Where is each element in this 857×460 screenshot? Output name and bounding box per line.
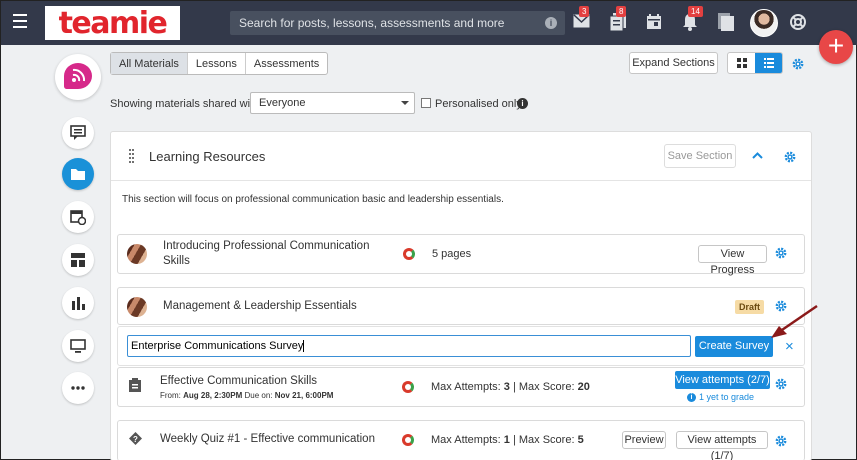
- lesson-thumbnail: [127, 297, 147, 317]
- drag-handle-icon[interactable]: [129, 149, 134, 163]
- library-icon[interactable]: [718, 13, 736, 31]
- assessment-settings-gear-icon[interactable]: [775, 378, 787, 390]
- grade-info-icon: i: [687, 393, 696, 402]
- top-bar: teamie Search for posts, lessons, assess…: [1, 1, 857, 45]
- sidebar-presentation-button[interactable]: [62, 330, 94, 362]
- posts-badge: 8: [616, 6, 627, 17]
- help-lifebuoy-icon[interactable]: [790, 14, 808, 32]
- yet-to-grade-link[interactable]: 1 yet to grade: [699, 392, 754, 402]
- sharing-filter-label: Showing materials shared with: [110, 98, 260, 110]
- expand-sections-button[interactable]: Expand Sections: [629, 52, 718, 74]
- lesson-title-line1[interactable]: Introducing Professional Communication: [163, 240, 369, 252]
- view-progress-button[interactable]: View Progress: [698, 245, 767, 276]
- from-date: Aug 28, 2:30PM: [183, 391, 243, 400]
- create-survey-button[interactable]: Create Survey: [695, 336, 773, 357]
- hamburger-menu-icon[interactable]: [13, 14, 27, 32]
- svg-text:?: ?: [133, 435, 138, 444]
- section-divider: [111, 180, 811, 181]
- from-label: From:: [160, 391, 181, 400]
- sidebar-analytics-button[interactable]: [62, 287, 94, 319]
- sidebar-schedule-button[interactable]: [62, 201, 94, 233]
- max-attempts-value: 3: [503, 381, 510, 393]
- sidebar-more-button[interactable]: [62, 372, 94, 404]
- dropdown-caret-icon: [401, 101, 409, 109]
- sidebar-discussion-button[interactable]: [62, 117, 94, 149]
- lesson-title[interactable]: Management & Leadership Essentials: [163, 300, 357, 312]
- section-description: This section will focus on professional …: [122, 194, 504, 205]
- tab-assessments[interactable]: Assessments: [246, 53, 327, 74]
- course-logo[interactable]: [55, 54, 101, 100]
- lesson-title-line2[interactable]: Skills: [163, 255, 190, 267]
- lesson-page-count: 5 pages: [432, 248, 472, 260]
- settings-gear-icon[interactable]: [792, 58, 804, 70]
- progress-ring-icon: [402, 381, 414, 393]
- text-cursor: [303, 340, 305, 353]
- view-attempts-button[interactable]: View attempts (2/7): [675, 371, 770, 389]
- material-filter-tabs: All Materials Lessons Assessments: [110, 52, 329, 75]
- view-attempts-button[interactable]: View attempts (1/7): [676, 431, 768, 460]
- sidebar-materials-button[interactable]: [62, 158, 94, 190]
- max-score-value: 20: [577, 381, 590, 393]
- max-score-value: 5: [577, 434, 584, 446]
- collapse-chevron-icon[interactable]: [752, 152, 763, 159]
- quiz-icon: ?: [129, 432, 142, 445]
- tab-lessons[interactable]: Lessons: [188, 53, 246, 74]
- due-date: Nov 21, 6:00PM: [274, 391, 334, 400]
- stat-separator: |: [512, 381, 516, 393]
- calendar-clock-icon: [70, 210, 86, 225]
- discussion-icon: [70, 125, 86, 140]
- view-toggle: [727, 52, 783, 74]
- max-attempts-label: Max Attempts:: [431, 381, 501, 393]
- grid-view-icon: [737, 58, 747, 68]
- personalised-info-icon[interactable]: i: [517, 98, 528, 109]
- monitor-icon: [70, 339, 86, 353]
- list-view-button[interactable]: [755, 53, 782, 73]
- lesson-thumbnail: [127, 244, 147, 264]
- notifications-badge: 14: [688, 6, 703, 17]
- progress-ring-icon: [403, 248, 415, 260]
- folder-icon: [71, 169, 85, 180]
- grid-view-button[interactable]: [728, 53, 755, 73]
- survey-title-value: Enterprise Communications Survey: [131, 340, 304, 352]
- calendar-icon[interactable]: [647, 14, 665, 32]
- signal-waves-icon: [72, 68, 86, 82]
- assessment-settings-gear-icon[interactable]: [775, 435, 787, 447]
- annotation-arrow: [771, 304, 818, 338]
- search-info-icon[interactable]: i: [545, 17, 557, 29]
- personalised-only-checkbox[interactable]: [421, 98, 431, 108]
- clipboard-icon: [129, 378, 141, 392]
- tab-all-materials[interactable]: All Materials: [111, 53, 188, 74]
- max-score-label: Max Score:: [518, 381, 575, 393]
- add-fab-button[interactable]: +: [819, 30, 853, 64]
- dashboard-icon: [71, 253, 85, 267]
- global-search-input[interactable]: Search for posts, lessons, assessments a…: [230, 11, 565, 35]
- assessment-title[interactable]: Weekly Quiz #1 - Effective communication: [160, 433, 375, 445]
- max-attempts-value: 1: [503, 434, 510, 446]
- sharing-audience-value: Everyone: [259, 97, 306, 109]
- personalised-only-label: Personalised only: [435, 98, 522, 110]
- teamie-logo[interactable]: teamie: [45, 6, 180, 41]
- max-attempts-label: Max Attempts:: [431, 434, 501, 446]
- section-title: Learning Resources: [149, 149, 266, 164]
- max-score-label: Max Score:: [518, 434, 575, 446]
- save-section-button[interactable]: Save Section: [664, 144, 736, 168]
- messages-badge: 3: [579, 6, 590, 17]
- draft-badge: Draft: [735, 300, 765, 314]
- stat-separator: |: [512, 434, 516, 446]
- user-avatar[interactable]: [750, 9, 778, 37]
- sidebar-dashboard-button[interactable]: [62, 244, 94, 276]
- search-placeholder: Search for posts, lessons, assessments a…: [239, 16, 505, 30]
- survey-title-input[interactable]: Enterprise Communications Survey: [127, 335, 691, 357]
- progress-ring-icon: [402, 434, 414, 446]
- due-label: Due on:: [244, 391, 273, 400]
- lesson-settings-gear-icon[interactable]: [775, 247, 787, 259]
- sharing-audience-select[interactable]: Everyone: [250, 92, 415, 114]
- assessment-title[interactable]: Effective Communication Skills: [160, 375, 317, 387]
- preview-button[interactable]: Preview: [622, 431, 666, 449]
- more-dots-icon: [71, 386, 85, 390]
- section-settings-gear-icon[interactable]: [784, 151, 796, 163]
- list-view-icon: [764, 58, 774, 68]
- bar-chart-icon: [72, 297, 85, 310]
